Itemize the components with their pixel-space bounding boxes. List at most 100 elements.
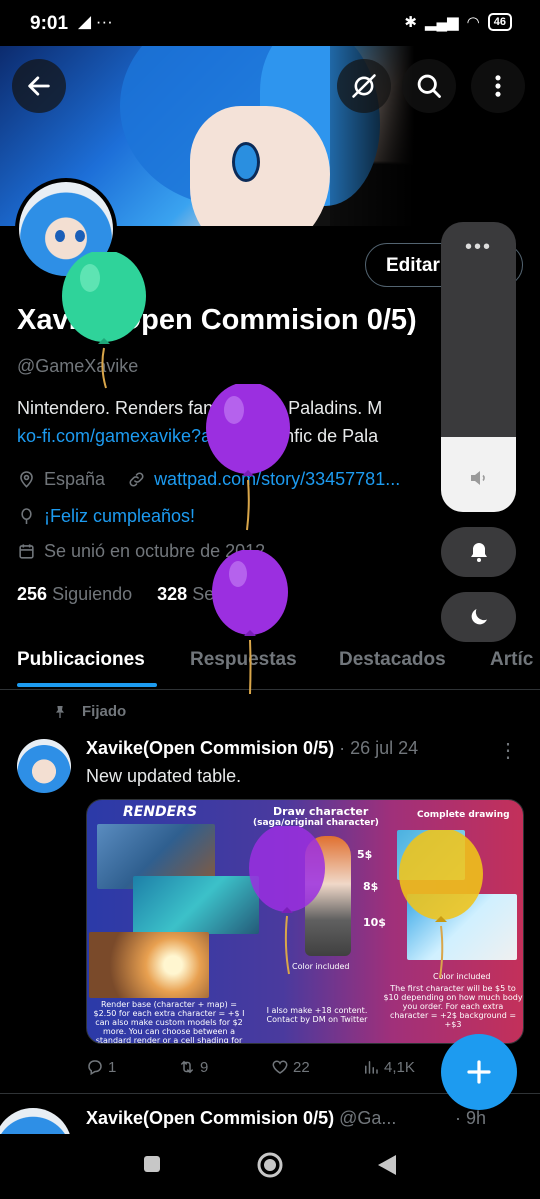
tweet-more-button[interactable]: ⋮ [498, 738, 518, 763]
more-options-button[interactable] [471, 59, 525, 113]
grok-icon [352, 74, 376, 98]
media-complete-title: Complete drawing [417, 810, 510, 820]
color-included-label: Color included [292, 962, 350, 971]
tweet-text: New updated table. [86, 766, 242, 786]
volume-panel[interactable]: ••• [441, 222, 516, 512]
view-count: 4,1K [384, 1058, 415, 1076]
display-name: Xavike(Open Commision 0/5) [17, 304, 417, 336]
retweet-button[interactable]: 9 [178, 1058, 208, 1076]
do-not-disturb-button[interactable] [441, 592, 516, 642]
pin-icon [56, 705, 64, 718]
retweet-count: 9 [200, 1058, 209, 1076]
back-button[interactable] [12, 59, 66, 113]
bell-icon [470, 543, 487, 562]
bio-text-rest: Mi fanfic de Pala [240, 426, 379, 446]
active-tab-indicator [17, 683, 157, 687]
system-nav-bar [0, 1134, 540, 1199]
bio-link[interactable]: ko-fi.com/gamexavike?act... [17, 426, 240, 446]
tab-highlights[interactable]: Destacados [339, 649, 446, 671]
meta-row-location: España wattpad.com/story/33457781... [17, 469, 400, 490]
followers-count: 328 [157, 584, 188, 604]
tab-replies[interactable]: Respuestas [190, 649, 297, 671]
profile-tabs: Publicaciones Respuestas Destacados Artí… [0, 638, 540, 690]
tweet-date: · 26 jul 24 [334, 738, 419, 758]
notification-icons: ◢ ··· [78, 12, 113, 31]
meta-row-birthday: ¡Feliz cumpleaños! [17, 506, 195, 527]
render-sample [89, 932, 209, 998]
like-button[interactable]: 22 [271, 1058, 310, 1076]
ring-mode-button[interactable] [441, 527, 516, 577]
moon-icon [471, 609, 487, 625]
tab-posts[interactable]: Publicaciones [17, 649, 145, 671]
media-draw-title: Draw character [273, 805, 369, 818]
price-tier-3: 10$ [363, 916, 386, 929]
link-icon [129, 472, 144, 487]
pinned-label: Fijado [52, 703, 126, 720]
renders-note: Render base (character + map) = $2.50 fo… [93, 1000, 245, 1044]
more-vertical-icon [495, 75, 501, 97]
arrow-left-icon [28, 76, 50, 96]
calendar-icon [19, 544, 34, 559]
like-count: 22 [293, 1058, 310, 1076]
followers-label: Seguidores [192, 584, 284, 604]
tweet-author[interactable]: Xavike(Open Commision 0/5) [86, 738, 334, 758]
status-right: ✱ ▂▄▆ ◠ 46 [404, 13, 512, 31]
tab-articles[interactable]: Artíc [490, 649, 533, 671]
status-bar: 9:01 ◢ ··· ✱ ▂▄▆ ◠ 46 [0, 0, 540, 46]
compose-button[interactable] [441, 1034, 517, 1110]
media-renders-title: RENDERS [123, 804, 198, 820]
views-button[interactable]: 4,1K [362, 1058, 415, 1076]
pinned-text: Fijado [82, 703, 127, 720]
location-pin-icon [20, 471, 33, 488]
views-chart-icon [365, 1061, 378, 1074]
banner-art [190, 106, 330, 226]
retweet-icon [181, 1060, 193, 1074]
banner-art [232, 142, 260, 182]
tweet-header: Xavike(Open Commision 0/5) @Ga... [86, 1108, 396, 1129]
reply-button[interactable]: 1 [86, 1058, 116, 1076]
signal-icon: ▂▄▆ [424, 14, 459, 31]
joined-date: Se unió en octubre de 2012 [44, 541, 266, 561]
birthday-link[interactable]: ¡Feliz cumpleaños! [44, 506, 195, 527]
speaker-icon [471, 471, 485, 485]
volume-more-icon[interactable]: ••• [441, 236, 516, 259]
battery-icon: 46 [487, 13, 512, 31]
tweet-author[interactable]: Xavike(Open Commision 0/5) [86, 1108, 334, 1128]
price-tier-2: 8$ [363, 880, 379, 893]
tweet-header: Xavike(Open Commision 0/5) · 26 jul 24 [86, 738, 418, 759]
draw-note: I also make +18 content. Contact by DM o… [266, 1006, 368, 1024]
following-label: Siguiendo [52, 584, 133, 604]
profile-website-link[interactable]: wattpad.com/story/33457781... [154, 469, 400, 490]
bio-text: Nintendero. Renders fanmade de Paladins.… [17, 398, 383, 418]
balloon-icon [21, 508, 32, 525]
meta-row-joined: Se unió en octubre de 2012 [17, 541, 265, 562]
color-included-label: Color included [433, 972, 491, 981]
follow-stats: 256 Siguiendo 328 Seguidores [17, 584, 283, 605]
status-time: 9:01 [30, 13, 69, 34]
tweet-avatar[interactable] [17, 739, 71, 793]
tweet-media-image[interactable]: RENDERS Draw character (saga/original ch… [86, 799, 524, 1044]
reply-count: 1 [108, 1058, 117, 1076]
heart-icon [272, 1060, 288, 1074]
tweet-handle: @Ga... [334, 1108, 397, 1128]
back-nav-button[interactable] [376, 1153, 398, 1177]
complete-note: The first character will be $5 to $10 de… [383, 984, 523, 1029]
home-button[interactable] [256, 1151, 284, 1179]
bio-line-2: ko-fi.com/gamexavike?act... Mi fanfic de… [17, 426, 378, 447]
following-count: 256 [17, 584, 48, 604]
profile-avatar[interactable] [15, 178, 117, 280]
grok-button[interactable] [337, 59, 391, 113]
following-link[interactable]: 256 Siguiendo [17, 584, 132, 604]
profile-location: España [44, 469, 106, 489]
tweet-time: · 9h [455, 1108, 487, 1128]
price-tier-1: 5$ [357, 848, 373, 861]
complete-sample [407, 894, 517, 960]
reply-icon [88, 1060, 102, 1076]
media-draw-subtitle: (saga/original character) [253, 818, 379, 828]
draw-sample [305, 836, 351, 956]
search-icon [417, 74, 441, 98]
wifi-icon: ◠ [466, 14, 480, 31]
followers-link[interactable]: 328 Seguidores [157, 584, 283, 604]
recents-button[interactable] [142, 1154, 162, 1174]
search-button[interactable] [402, 59, 456, 113]
